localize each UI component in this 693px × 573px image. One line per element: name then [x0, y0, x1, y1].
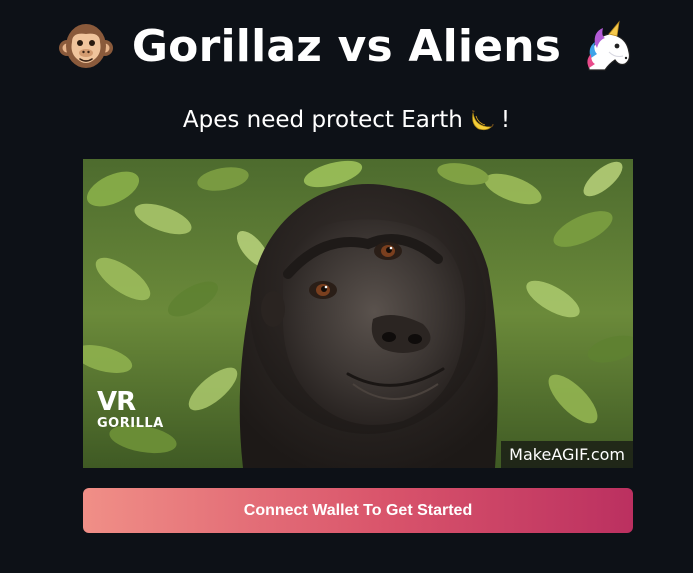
logo-line2: GORILLA — [97, 416, 164, 431]
page: Gorillaz vs Aliens Apes need protect Ear… — [0, 0, 693, 573]
gorilla-image — [83, 159, 633, 468]
title-text: Gorillaz vs Aliens — [131, 20, 562, 72]
page-subtitle: Apes need protect Earth ! — [0, 102, 693, 138]
gorilla-gif: VR GORILLA MakeAGIF.com — [83, 159, 633, 468]
connect-wallet-button[interactable]: Connect Wallet To Get Started — [83, 488, 633, 533]
page-title: Gorillaz vs Aliens — [0, 14, 693, 78]
vr-gorilla-logo: VR GORILLA — [97, 387, 164, 431]
banana-icon — [471, 110, 494, 131]
subtitle-text: Apes need protect Earth — [182, 107, 463, 133]
logo-line1: VR — [97, 387, 136, 417]
unicorn-icon — [587, 19, 631, 71]
monkey-face-icon — [58, 24, 113, 68]
watermark: MakeAGIF.com — [501, 441, 633, 468]
subtitle-suffix: ! — [500, 107, 511, 133]
